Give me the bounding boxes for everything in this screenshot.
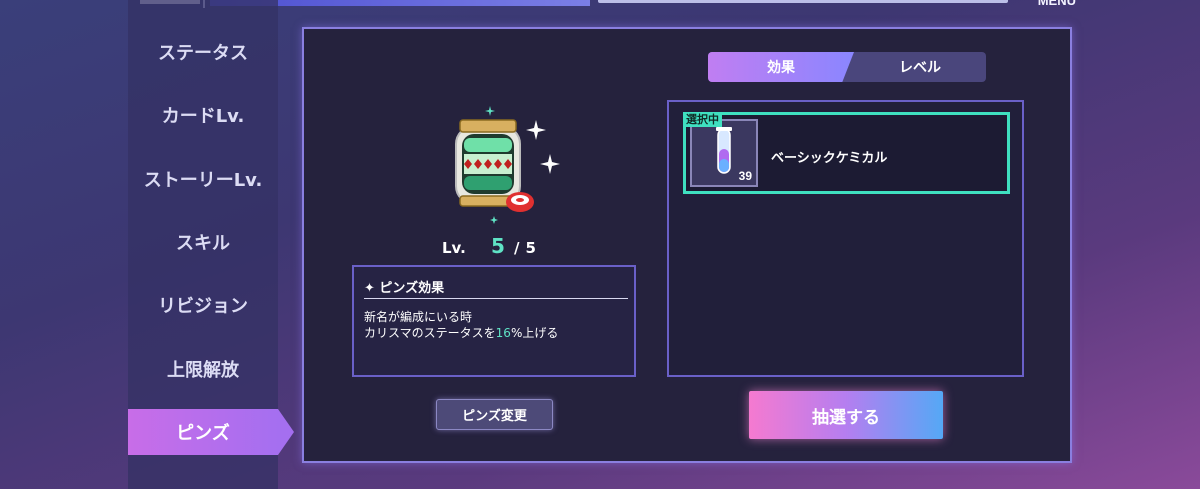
effect-description: カリスマのステータスを16%上げる: [364, 324, 558, 341]
effect-prefix: カリスマのステータスを: [364, 326, 496, 340]
header-progress-line: [598, 0, 1008, 3]
level-label: Lv.: [442, 239, 466, 257]
sidebar-item-status[interactable]: ステータス: [128, 29, 278, 75]
selected-badge: 選択中: [683, 112, 722, 127]
tab-level[interactable]: レベル: [854, 52, 986, 82]
item-list: 39 選択中 ベーシックケミカル: [667, 100, 1024, 377]
menu-button[interactable]: MENU: [1038, 0, 1076, 8]
tab-bar: 効果 レベル: [708, 52, 986, 82]
level-separator: /: [514, 239, 520, 257]
pin-level: Lv. 5 / 5: [442, 234, 562, 260]
effect-divider: [364, 298, 628, 299]
effect-title: ✦ ピンズ効果: [364, 281, 445, 296]
sidebar-item-card-level[interactable]: カードLv.: [128, 92, 278, 138]
sparkle-icon: [485, 106, 495, 116]
pin-effect-box: ✦ ピンズ効果 新名が編成にいる時 カリスマのステータスを16%上げる: [352, 265, 636, 377]
sidebar-item-limit-break[interactable]: 上限解放: [128, 346, 278, 392]
sparkle-icon: [540, 154, 560, 174]
sparkle-icon: [526, 120, 546, 140]
effect-suffix: %上げる: [510, 326, 559, 340]
change-pins-button[interactable]: ピンズ変更: [436, 399, 553, 430]
draw-button[interactable]: 抽選する: [749, 391, 943, 439]
level-max: 5: [525, 239, 536, 257]
item-name: ベーシックケミカル: [771, 151, 888, 166]
effect-condition: 新名が編成にいる時: [364, 310, 473, 324]
sidebar-item-pins[interactable]: ピンズ: [128, 409, 294, 455]
list-item[interactable]: 39 選択中 ベーシックケミカル: [683, 112, 1010, 194]
level-value: 5: [491, 234, 505, 258]
item-thumbnail: 39: [690, 119, 758, 187]
sidebar-item-story-level[interactable]: ストーリーLv.: [128, 156, 278, 202]
sidebar: ステータス カードLv. ストーリーLv. スキル リビジョン 上限解放 ピンズ: [128, 0, 294, 489]
sidebar-item-revision[interactable]: リビジョン: [128, 282, 278, 328]
pin-image: [455, 106, 560, 224]
item-count: 39: [738, 169, 752, 183]
tab-effect[interactable]: 効果: [708, 52, 854, 82]
effect-value: 16: [495, 326, 511, 340]
sidebar-item-skill[interactable]: スキル: [128, 219, 278, 265]
sparkle-icon: [490, 216, 498, 224]
